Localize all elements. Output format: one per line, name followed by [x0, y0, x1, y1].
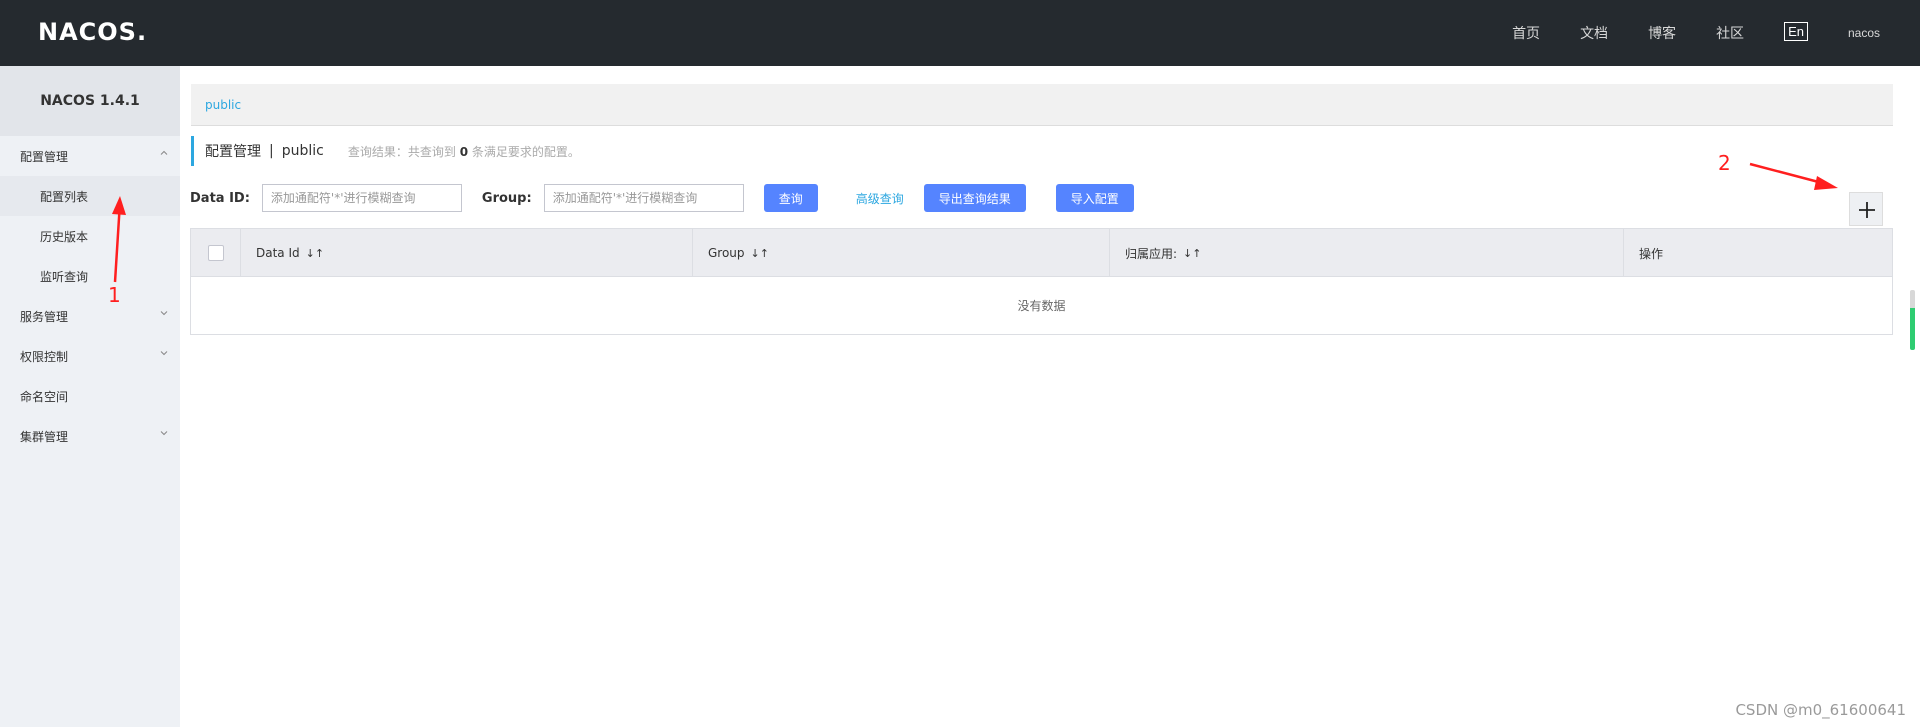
annotation-two: 2 [1718, 151, 1731, 175]
scrollbar-indicator[interactable] [1910, 290, 1915, 350]
annotation-arrows [112, 162, 1838, 283]
watermark: CSDN @m0_61600641 [1735, 701, 1906, 719]
annotation-one: 1 [108, 283, 121, 307]
